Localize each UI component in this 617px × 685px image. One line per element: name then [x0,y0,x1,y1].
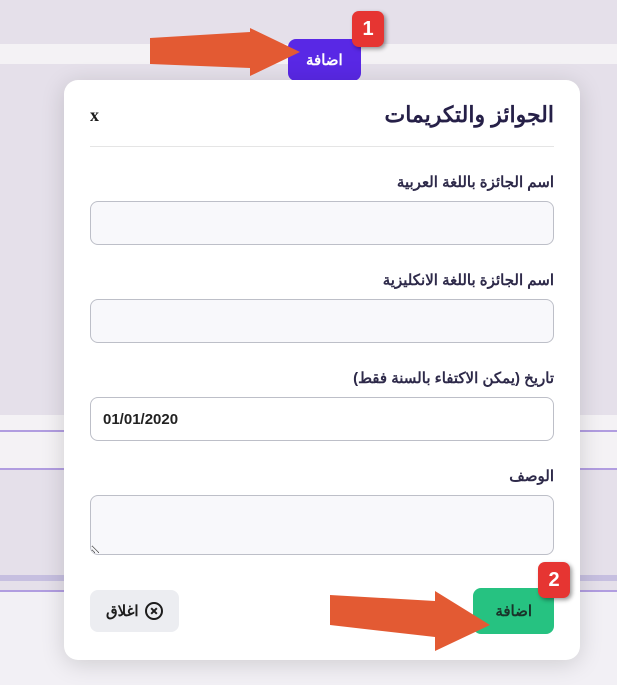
input-desc[interactable] [90,495,554,555]
input-date[interactable] [90,397,554,441]
close-button[interactable]: اغلاق [90,590,179,632]
field-date: تاريخ (يمكن الاكتفاء بالسنة فقط) [90,369,554,441]
label-date: تاريخ (يمكن الاكتفاء بالسنة فقط) [90,369,554,387]
input-name-ar[interactable] [90,201,554,245]
modal-title: الجوائز والتكريمات [385,102,555,128]
awards-modal: الجوائز والتكريمات x اسم الجائزة باللغة … [64,80,580,660]
annotation-badge-1: 1 [352,11,384,47]
annotation-arrow-icon [330,585,490,655]
modal-close-x-button[interactable]: x [90,105,99,126]
input-name-en[interactable] [90,299,554,343]
field-desc: الوصف [90,467,554,560]
close-circle-icon [145,602,163,620]
label-name-ar: اسم الجائزة باللغة العربية [90,173,554,191]
close-button-label: اغلاق [106,602,139,620]
field-name-en: اسم الجائزة باللغة الانكليزية [90,271,554,343]
field-name-ar: اسم الجائزة باللغة العربية [90,173,554,245]
annotation-arrow-icon [150,28,300,83]
annotation-badge-2: 2 [538,562,570,598]
modal-header: الجوائز والتكريمات x [90,102,554,147]
label-name-en: اسم الجائزة باللغة الانكليزية [90,271,554,289]
label-desc: الوصف [90,467,554,485]
